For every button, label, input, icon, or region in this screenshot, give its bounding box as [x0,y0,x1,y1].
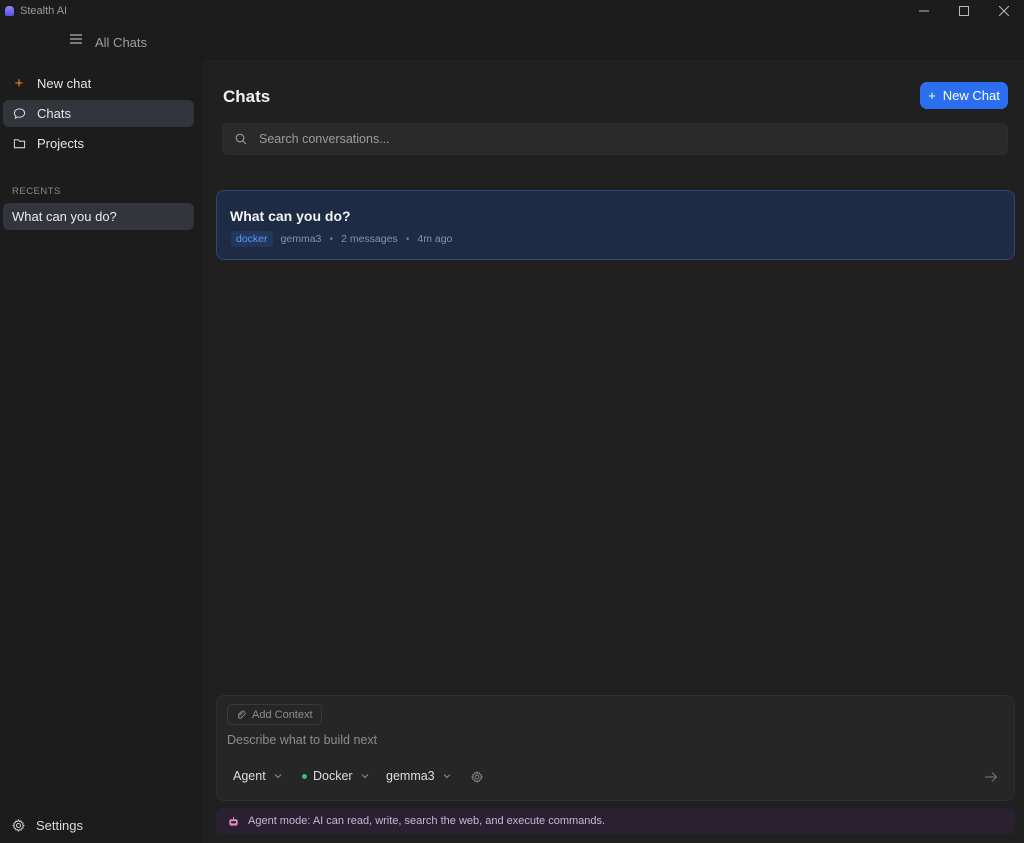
close-icon [999,5,1009,16]
search-input[interactable] [259,132,959,146]
page-title: Chats [223,87,271,106]
agent-mode-banner: Agent mode: AI can read, write, search t… [216,808,1015,834]
title-bar: Stealth AI [0,0,1024,21]
status-dot [302,773,307,779]
model-settings-icon[interactable] [471,771,483,783]
window-controls [904,0,1024,21]
plus-icon: + [14,75,24,92]
mode-dropdown[interactable]: Agent [233,769,282,783]
minimize-icon [919,10,929,11]
separator-dot: • [405,233,410,245]
prompt-input[interactable]: Describe what to build next [227,733,377,747]
header-title: All Chats [95,35,148,50]
add-context-button[interactable]: Add Context [227,704,322,725]
minimize-button[interactable] [904,0,944,21]
sidebar-item-chats[interactable]: Chats [3,100,194,127]
sidebar-item-label: Chats [37,106,71,121]
model-dropdown[interactable]: gemma3 [386,769,451,783]
window-title: Stealth AI [20,4,68,17]
main-panel: Chats + New Chat What can you do? docker… [202,60,1024,843]
chat-title: What can you do? [230,208,351,224]
search-box[interactable] [222,123,1008,155]
model-label: gemma3 [386,769,435,783]
robot-icon [229,816,238,826]
new-chat-button[interactable]: + New Chat [920,82,1008,109]
chat-message-count: 2 messages [341,233,398,245]
separator-dot: • [329,233,334,245]
sidebar-item-label: New chat [37,76,92,91]
chat-tag-badge: docker [231,231,273,247]
hamburger-menu-icon[interactable] [70,34,82,44]
settings-label: Settings [36,818,83,833]
chat-meta: docker gemma3 • 2 messages • 4m ago [231,231,452,247]
search-icon [235,133,247,145]
close-button[interactable] [984,0,1024,21]
chat-card[interactable]: What can you do? docker gemma3 • 2 messa… [216,190,1015,260]
app-logo-icon [5,5,14,16]
sidebar-item-label: Projects [37,136,84,151]
paperclip-icon [237,709,246,719]
send-arrow-icon[interactable] [984,771,998,783]
plus-icon: + [928,88,936,103]
composer: Add Context Describe what to build next … [216,695,1015,801]
sidebar-item-new-chat[interactable]: + New chat [3,70,194,97]
chevron-down-icon [443,774,450,779]
agent-mode-text: Agent mode: AI can read, write, search t… [248,815,606,827]
top-header: All Chats [0,21,1024,60]
sidebar-item-projects[interactable]: Projects [3,130,194,157]
chevron-down-icon [274,774,282,779]
new-chat-label: New Chat [942,88,1000,103]
provider-dropdown[interactable]: Docker [302,769,369,783]
mode-label: Agent [233,769,266,783]
add-context-label: Add Context [252,708,313,721]
folder-icon [12,137,26,151]
recent-chat-item[interactable]: What can you do? [3,203,194,230]
recents-heading: RECENTS [12,186,61,197]
chat-model: gemma3 [280,233,322,245]
chat-bubble-icon [12,107,26,121]
chevron-down-icon [361,774,368,779]
chat-timestamp: 4m ago [417,233,453,245]
settings-button[interactable]: Settings [12,818,83,833]
sidebar: + New chat Chats Projects RECENTS What c… [0,60,202,843]
recent-chat-label: What can you do? [12,209,117,224]
provider-label: Docker [313,769,353,783]
gear-icon [12,819,25,832]
maximize-button[interactable] [944,0,984,21]
maximize-icon [959,5,969,16]
composer-toolbar: Agent Docker gemma3 [217,766,1016,790]
